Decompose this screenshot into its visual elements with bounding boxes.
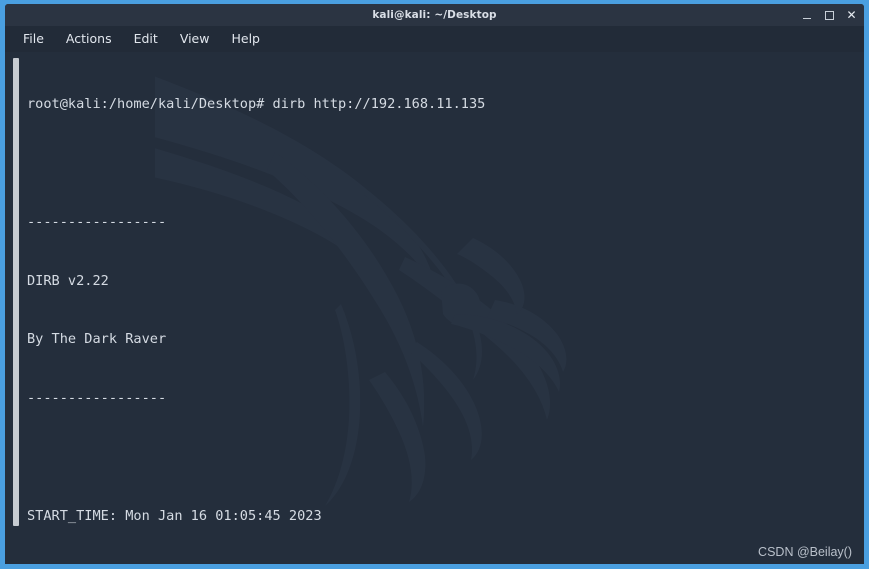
menu-item-edit[interactable]: Edit	[134, 26, 158, 52]
minimize-button[interactable]	[802, 9, 813, 21]
menu-item-file[interactable]: File	[23, 26, 44, 52]
terminal-line-divider-header: -----------------	[27, 390, 167, 407]
terminal-line-tool-version: DIRB v2.22	[27, 272, 109, 289]
terminal-line-divider-top: -----------------	[27, 213, 167, 230]
terminal-scrollbar-thumb[interactable]	[13, 58, 19, 526]
terminal-line-tool-author: By The Dark Raver	[27, 331, 167, 348]
menu-item-view[interactable]: View	[180, 26, 210, 52]
window-title: kali@kali: ~/Desktop	[372, 9, 497, 21]
terminal-output-area[interactable]: root@kali:/home/kali/Desktop# dirb http:…	[5, 52, 864, 564]
terminal-text: root@kali:/home/kali/Desktop# dirb http:…	[27, 56, 860, 564]
title-bar[interactable]: kali@kali: ~/Desktop ✕	[5, 4, 864, 26]
terminal-scrollbar-track[interactable]	[8, 52, 22, 564]
maximize-button[interactable]	[824, 9, 835, 21]
menu-bar: File Actions Edit View Help	[5, 26, 864, 52]
window-inner: kali@kali: ~/Desktop ✕ File Actions Edit…	[5, 4, 864, 564]
terminal-window: kali@kali: ~/Desktop ✕ File Actions Edit…	[0, 0, 869, 569]
window-controls: ✕	[802, 4, 857, 26]
terminal-line-start-time: START_TIME: Mon Jan 16 01:05:45 2023	[27, 507, 322, 524]
menu-item-help[interactable]: Help	[231, 26, 260, 52]
terminal-line-command: root@kali:/home/kali/Desktop# dirb http:…	[27, 96, 486, 113]
close-icon[interactable]: ✕	[846, 9, 857, 21]
menu-item-actions[interactable]: Actions	[66, 26, 112, 52]
